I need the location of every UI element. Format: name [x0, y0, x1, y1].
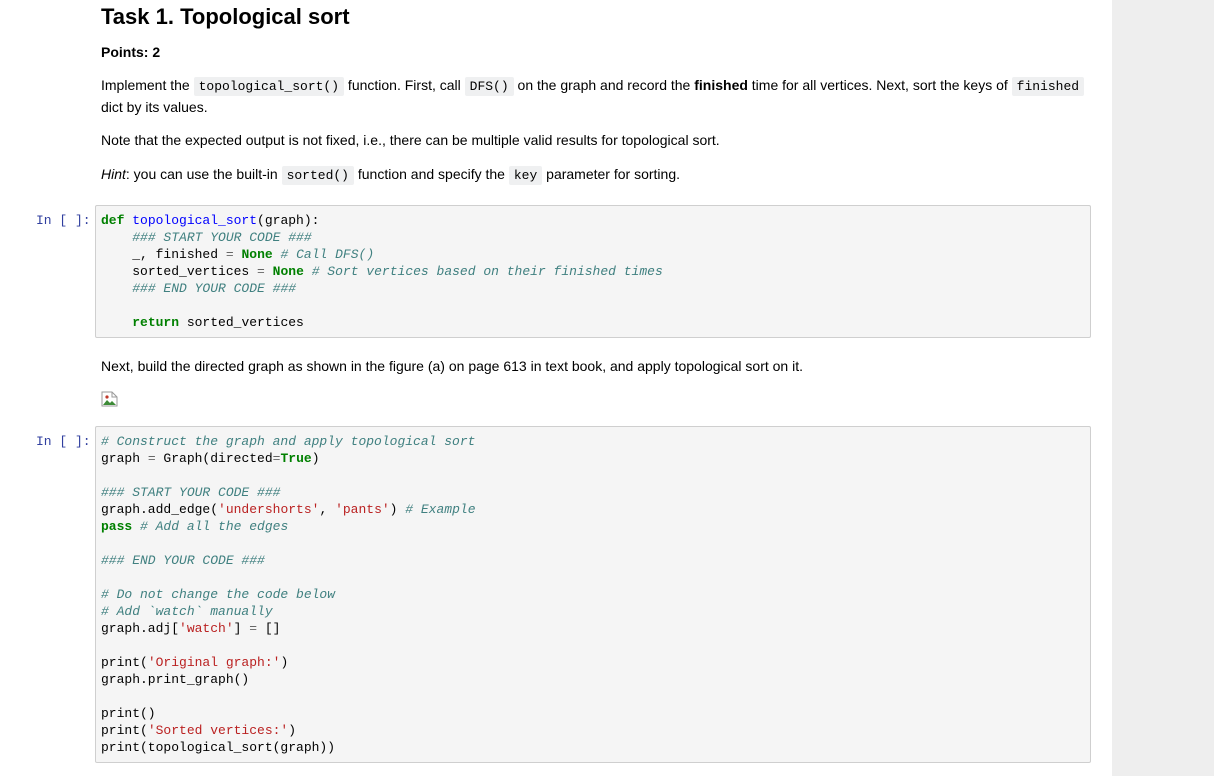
comment: ### END YOUR CODE ###	[101, 553, 265, 568]
inline-code: finished	[1011, 77, 1085, 96]
operator: =	[147, 451, 156, 466]
broken-image-icon	[101, 391, 118, 407]
cell-prompt: In [ ]:	[36, 434, 91, 449]
note-paragraph: Note that the expected output is not fix…	[101, 132, 720, 148]
text: function. First, call	[344, 77, 465, 93]
points-label: Points: 2	[101, 44, 161, 60]
hint-label: Hint	[101, 166, 126, 182]
comment: # Sort vertices based on their finished …	[311, 264, 663, 279]
code-cell-topological-sort[interactable]: def topological_sort(graph): ### START Y…	[95, 205, 1091, 338]
comment: ### START YOUR CODE ###	[132, 230, 312, 245]
comment: ### END YOUR CODE ###	[132, 281, 297, 296]
code-text: (graph):	[257, 213, 320, 228]
code-text: ,	[319, 502, 336, 517]
code-text: graph.adj[	[101, 621, 180, 636]
code-text: )	[311, 451, 320, 466]
bold-text: finished	[694, 77, 748, 93]
string: 'watch'	[179, 621, 234, 636]
code-text: print()	[101, 706, 156, 721]
code-text: )	[288, 723, 297, 738]
code-text: graph.add_edge(	[101, 502, 219, 517]
cell-prompt: In [ ]:	[36, 213, 91, 228]
operator: =	[225, 247, 234, 262]
text: : you can use the built-in	[125, 166, 282, 182]
string: 'undershorts'	[218, 502, 320, 517]
comment: # Add `watch` manually	[101, 604, 273, 619]
comment: # Example	[405, 502, 476, 517]
code-text: print(	[101, 723, 148, 738]
operator: =	[249, 621, 258, 636]
keyword: None	[272, 264, 304, 279]
code-text: )	[280, 655, 289, 670]
string: 'pants'	[335, 502, 390, 517]
code-text: _, finished	[132, 247, 226, 262]
keyword: return	[132, 315, 180, 330]
code-text: )	[389, 502, 406, 517]
code-text: graph	[101, 451, 148, 466]
inline-code: sorted()	[281, 166, 354, 185]
code-text: print(topological_sort(graph))	[101, 740, 336, 755]
string: 'Sorted vertices:'	[147, 723, 289, 738]
code-text: ]	[233, 621, 250, 636]
code-cell-construct-graph[interactable]: # Construct the graph and apply topologi…	[95, 426, 1091, 763]
code-text: sorted_vertices	[179, 315, 304, 330]
keyword: pass	[101, 519, 133, 534]
comment: # Construct the graph and apply topologi…	[101, 434, 476, 449]
keyword: def	[101, 213, 125, 228]
string: 'Original graph:'	[147, 655, 281, 670]
text: Implement the	[101, 77, 194, 93]
right-gutter	[1112, 0, 1214, 776]
hint-paragraph: Hint: you can use the built-in sorted() …	[101, 164, 1091, 186]
comment: # Call DFS()	[280, 247, 375, 262]
inline-code: key	[508, 166, 543, 185]
code-text: []	[257, 621, 281, 636]
inline-code: topological_sort()	[193, 77, 345, 96]
comment: # Do not change the code below	[101, 587, 336, 602]
operator: =	[257, 264, 265, 279]
code-editor[interactable]: def topological_sort(graph): ### START Y…	[96, 206, 1090, 331]
keyword: None	[241, 247, 273, 262]
text: dict by its values.	[101, 99, 208, 115]
code-text: print(	[101, 655, 148, 670]
comment: # Add all the edges	[132, 519, 289, 534]
code-editor[interactable]: # Construct the graph and apply topologi…	[96, 427, 1090, 756]
comment: ### START YOUR CODE ###	[101, 485, 281, 500]
text: on the graph and record the	[513, 77, 695, 93]
task-description: Implement the topological_sort() functio…	[101, 75, 1091, 118]
inline-code: DFS()	[464, 77, 514, 96]
code-text: graph.print_graph()	[101, 672, 250, 687]
code-text: Graph(directed	[155, 451, 273, 466]
task-title: Task 1. Topological sort	[101, 4, 350, 29]
build-graph-paragraph: Next, build the directed graph as shown …	[101, 358, 803, 374]
function-name: topological_sort	[132, 213, 258, 228]
keyword: True	[280, 451, 312, 466]
notebook-area: Task 1. Topological sort Points: 2 Imple…	[0, 0, 1112, 776]
text: parameter for sorting.	[542, 166, 680, 182]
code-text: sorted_vertices	[132, 264, 258, 279]
text: time for all vertices. Next, sort the ke…	[747, 77, 1012, 93]
text: function and specify the	[353, 166, 509, 182]
